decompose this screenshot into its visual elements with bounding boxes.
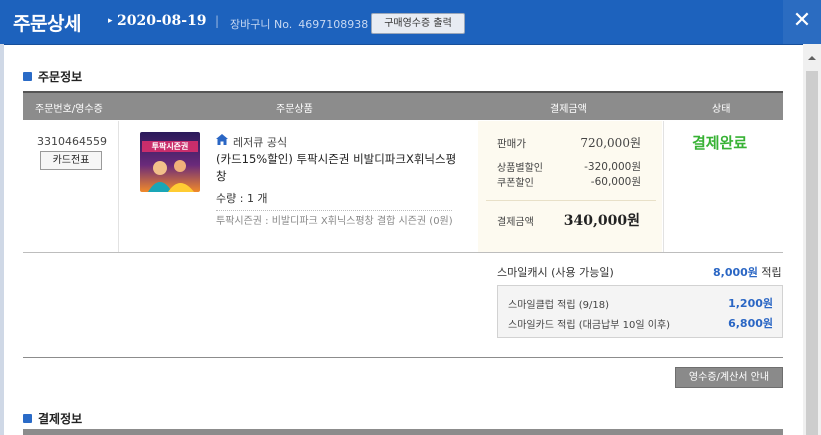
vertical-scrollbar[interactable] bbox=[803, 44, 821, 435]
smile-cash-value: 8,000원 적립 bbox=[713, 264, 782, 280]
window-edge bbox=[0, 44, 4, 435]
product-discount-label: 상품별할인 bbox=[497, 163, 543, 174]
payment-info-title: 결제정보 bbox=[38, 412, 83, 426]
payment-info-heading: 결제정보 bbox=[23, 410, 82, 427]
price-divider bbox=[486, 200, 656, 201]
col-order-number: 주문번호/영수증 bbox=[35, 104, 103, 115]
coupon-discount-value: -60,000원 bbox=[590, 176, 641, 188]
coupon-discount-label: 쿠폰할인 bbox=[497, 178, 534, 189]
smile-club-amount: 1,200원 bbox=[728, 297, 773, 310]
col-product: 주문상품 bbox=[276, 104, 313, 115]
product-thumbnail[interactable]: 투팍시즌권 bbox=[140, 132, 200, 192]
section-bullet-icon bbox=[23, 72, 32, 81]
header-bar: 주문상세 ▸ 2020-08-19 | 장바구니 No. 4697108938 구… bbox=[0, 0, 821, 45]
row-divider bbox=[23, 252, 783, 253]
home-icon[interactable] bbox=[216, 134, 228, 148]
chevron-right-icon: ▸ bbox=[108, 16, 113, 26]
scroll-up-arrow-icon[interactable] bbox=[808, 56, 816, 60]
card-slip-button[interactable]: 카드전표 bbox=[40, 151, 102, 170]
smile-card-amount: 6,800원 bbox=[728, 317, 773, 330]
section-bullet-icon bbox=[23, 414, 32, 423]
order-info-heading: 주문정보 bbox=[23, 68, 82, 85]
product-discount-value: -320,000원 bbox=[584, 161, 641, 173]
smile-card-label: 스마일카드 적립 (대금납부 10일 이후) bbox=[508, 320, 671, 331]
smile-cash-amount: 8,000원 bbox=[713, 266, 758, 279]
product-name-link[interactable]: (카드15%할인) 투팍시즌권 비발디파크X휘닉스평창 bbox=[216, 151, 462, 185]
option-text: 투팍시즌권 : 비발디파크 X휘닉스평창 결합 시즌권 (0원) bbox=[216, 216, 453, 227]
order-info-title: 주문정보 bbox=[38, 70, 83, 84]
smile-cash-label: 스마일캐시 (사용 가능일) bbox=[497, 266, 614, 279]
sale-price-label: 판매가 bbox=[497, 138, 526, 150]
option-divider bbox=[216, 210, 452, 211]
column-divider bbox=[118, 121, 119, 252]
col-payment: 결제금액 bbox=[550, 104, 587, 115]
header-divider: | bbox=[215, 14, 220, 28]
thumbnail-caption: 투팍시즌권 bbox=[151, 142, 189, 151]
receipt-guide-button[interactable]: 영수증/계산서 안내 bbox=[675, 367, 783, 388]
cart-info: 장바구니 No. 4697108938 bbox=[230, 16, 368, 32]
smile-club-label: 스마일클럽 적립 (9/18) bbox=[508, 300, 610, 311]
smile-card-value: 6,800원 bbox=[690, 315, 773, 331]
payment-amount-label: 결제금액 bbox=[497, 217, 534, 228]
close-icon[interactable]: ✕ bbox=[783, 0, 821, 44]
status-badge: 결제완료 bbox=[692, 134, 748, 152]
payment-amount-value: 340,000원 bbox=[563, 213, 640, 229]
cart-label: 장바구니 No. bbox=[230, 18, 293, 31]
col-status: 상태 bbox=[712, 104, 731, 115]
order-number: 3310464559 bbox=[37, 135, 107, 148]
cart-number: 4697108938 bbox=[298, 18, 369, 31]
column-divider bbox=[663, 121, 664, 252]
payment-table-header bbox=[23, 429, 783, 435]
scrollbar-thumb[interactable] bbox=[806, 71, 818, 435]
order-date: 2020-08-19 bbox=[117, 13, 207, 29]
section-divider bbox=[23, 357, 783, 358]
sale-price-value: 720,000원 bbox=[580, 136, 641, 150]
seller-name[interactable]: 레저큐 공식 bbox=[233, 134, 287, 150]
smile-club-value: 1,200원 bbox=[690, 295, 773, 311]
print-receipt-button[interactable]: 구매영수증 출력 bbox=[371, 13, 465, 34]
page-title: 주문상세 bbox=[13, 13, 81, 35]
smile-cash-suffix: 적립 bbox=[757, 266, 782, 279]
order-table-header: 주문번호/영수증 주문상품 결제금액 상태 bbox=[23, 91, 783, 120]
quantity-text: 수량 : 1 개 bbox=[216, 192, 268, 205]
